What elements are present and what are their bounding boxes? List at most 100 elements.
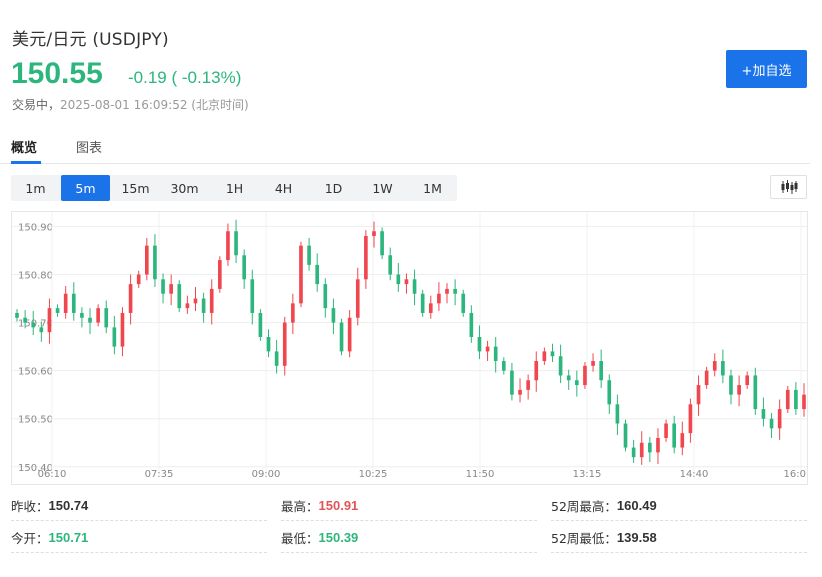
candle-body: [729, 375, 733, 395]
candle-body: [615, 404, 620, 424]
candle-body: [331, 308, 336, 323]
candle-body: [785, 389, 790, 410]
candle-body: [712, 361, 717, 371]
candle-body: [177, 284, 182, 309]
candle-body: [510, 370, 514, 395]
candle-body: [518, 389, 522, 395]
candle-body: [282, 322, 287, 366]
y-tick-label: 150.60: [18, 367, 53, 378]
candle-body: [226, 231, 230, 261]
period-1d[interactable]: 1D: [309, 175, 358, 201]
candle-body: [209, 288, 214, 313]
y-tick-label: 150.90: [18, 222, 53, 233]
candle-body: [745, 375, 750, 386]
candle-body: [364, 236, 368, 280]
candle-body: [80, 312, 84, 318]
add-to-watchlist-button[interactable]: +加自选: [726, 50, 807, 88]
candle-body: [777, 409, 782, 429]
candle-body: [234, 231, 238, 256]
candle-body: [469, 312, 474, 337]
period-15m[interactable]: 15m: [111, 175, 160, 201]
stat-label: 今开：: [11, 530, 49, 546]
candle-body: [47, 308, 52, 333]
candle-body: [607, 380, 612, 405]
candle-body: [656, 437, 660, 453]
candle-body: [769, 418, 774, 429]
period-30m[interactable]: 30m: [160, 175, 209, 201]
candle-body: [185, 303, 190, 309]
candle-body: [136, 274, 141, 285]
stat-value: 150.74: [48, 497, 89, 513]
candle-body: [574, 380, 579, 386]
candle-body: [15, 312, 19, 318]
stat-value: 160.49: [616, 497, 657, 513]
x-tick-label: 10:25: [359, 469, 388, 480]
candle-body: [501, 361, 506, 371]
status-text: 交易中，: [12, 98, 61, 112]
candle-body: [631, 447, 636, 458]
candle-body: [71, 293, 76, 313]
period-5m[interactable]: 5m: [61, 175, 110, 201]
x-tick-label: 14:40: [680, 469, 709, 480]
stat-high: 最高： 150.91: [281, 490, 537, 521]
candle-body: [396, 274, 401, 285]
stat-value: 150.91: [318, 497, 359, 513]
candle-body: [696, 385, 701, 405]
candle-body: [566, 375, 571, 381]
period-1h[interactable]: 1H: [210, 175, 259, 201]
stat-52w-low: 52周最低： 139.58: [551, 522, 807, 553]
trading-status: 交易中，2025-08-01 16:09:52 (北京时间): [12, 96, 249, 113]
candle-body: [445, 288, 449, 294]
candle-body: [493, 346, 498, 362]
timestamp: 2025-08-01 16:09:52 (北京时间): [60, 98, 249, 112]
stat-value: 150.71: [48, 529, 89, 545]
period-4h[interactable]: 4H: [259, 175, 308, 201]
candle-body: [31, 322, 36, 328]
candle-body: [250, 279, 255, 313]
candle-body: [542, 351, 547, 362]
x-tick-label: 13:15: [573, 469, 602, 480]
candle-body: [258, 312, 263, 337]
stat-52w-high: 52周最高： 160.49: [551, 490, 807, 521]
stat-open: 今开： 150.71: [11, 522, 267, 553]
candle-body: [112, 327, 117, 347]
tab-overview[interactable]: 概览: [11, 137, 37, 156]
candle-body: [412, 279, 417, 294]
candle-body: [648, 442, 652, 453]
candle-body: [704, 370, 709, 386]
tab-chart[interactable]: 图表: [76, 137, 102, 156]
candle-body: [453, 288, 457, 294]
candle-body: [307, 245, 311, 265]
candle-body: [372, 231, 376, 237]
candle-body: [761, 409, 766, 419]
candle-body: [380, 231, 384, 256]
candle-body: [526, 380, 530, 390]
period-1w[interactable]: 1W: [358, 175, 407, 201]
candlestick-icon: [781, 180, 797, 194]
candle-body: [201, 298, 206, 313]
stat-label: 52周最高：: [551, 498, 617, 514]
candle-body: [193, 298, 198, 304]
period-1mo[interactable]: 1M: [408, 175, 457, 201]
candle-body: [737, 385, 741, 395]
stat-label: 昨收：: [11, 498, 49, 514]
chart-type-toggle-button[interactable]: [770, 175, 807, 199]
candle-body: [639, 442, 644, 458]
candle-body: [672, 423, 677, 448]
x-tick-label: 11:50: [466, 469, 495, 480]
period-1m[interactable]: 1m: [11, 175, 60, 201]
candle-body: [144, 245, 149, 275]
candle-body: [88, 317, 92, 323]
candle-body: [315, 264, 320, 285]
x-tick-label: 09:00: [252, 469, 281, 480]
stat-value: 139.58: [616, 529, 657, 545]
candle-body: [794, 389, 798, 410]
candlestick-chart[interactable]: 150.90150.80150.70150.60150.50150.4006:1…: [12, 212, 807, 484]
candle-body: [404, 279, 409, 285]
stat-label: 最低：: [281, 530, 319, 546]
candle-body: [721, 361, 725, 376]
stat-label: 52周最低：: [551, 530, 617, 546]
candle-body: [299, 245, 303, 304]
y-tick-label: 150.50: [18, 415, 53, 426]
candle-body: [461, 293, 466, 313]
